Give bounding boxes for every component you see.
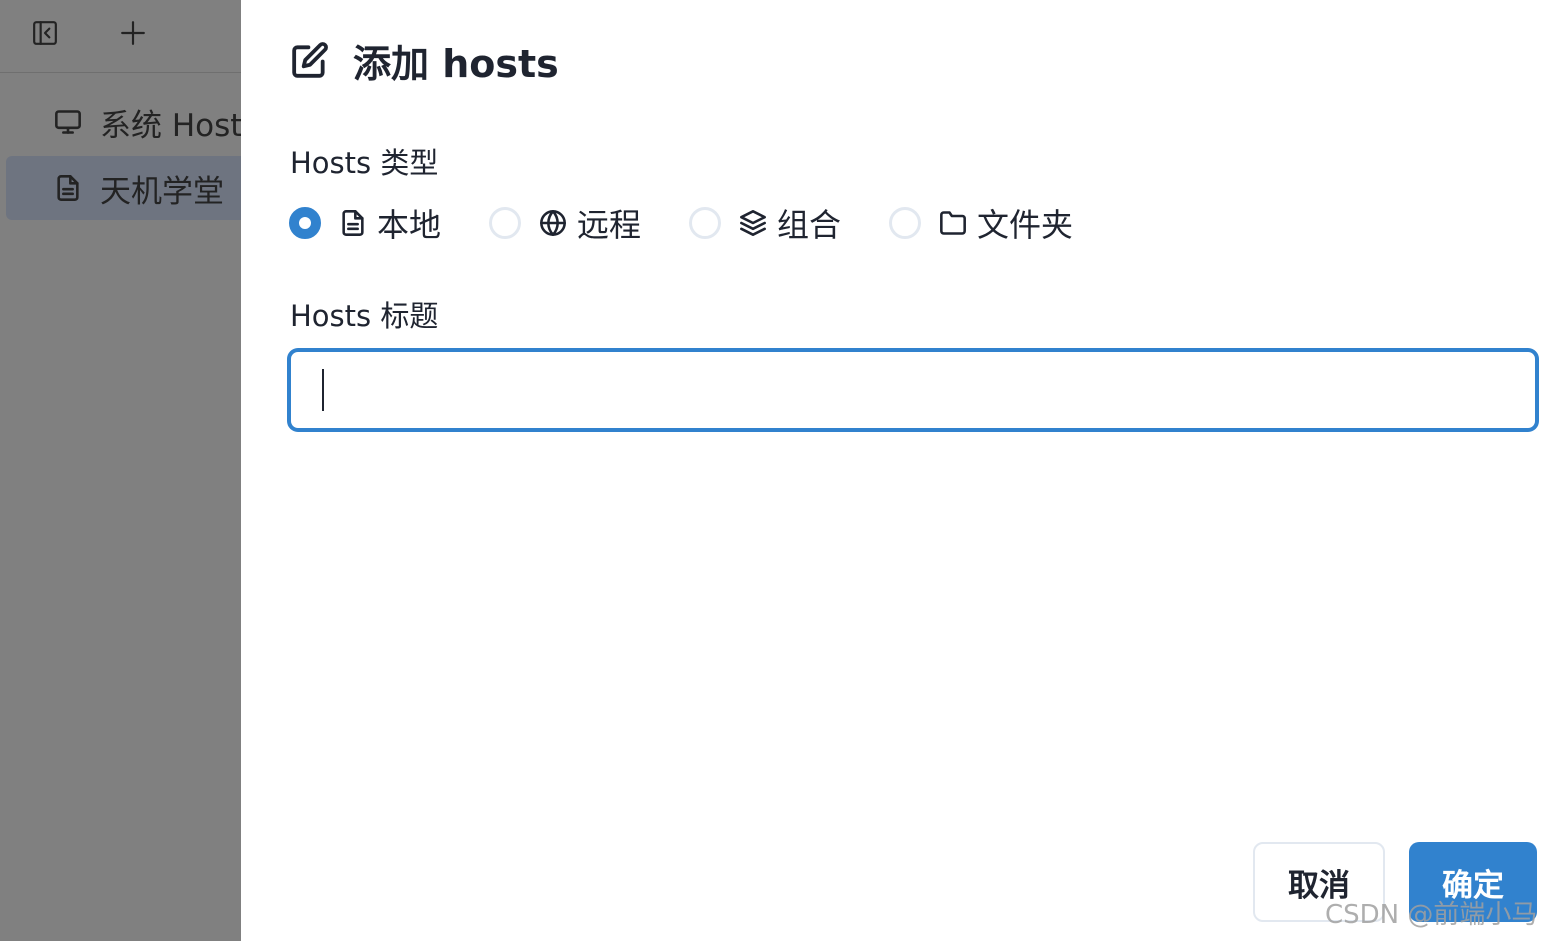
radio-label: 组合 <box>777 206 842 244</box>
dialog-title: 添加 hosts <box>353 41 559 86</box>
folder-icon <box>940 211 966 235</box>
sidebar-item-tianji[interactable]: 天机学堂 <box>6 156 241 220</box>
sidebar-toolbar <box>0 0 241 73</box>
monitor-icon <box>55 110 81 134</box>
dialog-header: 添加 hosts <box>291 30 559 90</box>
radio-button[interactable] <box>689 207 722 239</box>
sidebar-collapse-icon <box>33 21 57 45</box>
radio-label: 远程 <box>577 206 642 244</box>
file-icon <box>57 175 79 201</box>
radio-local[interactable]: 本地 <box>289 200 441 246</box>
edit-icon <box>292 42 328 78</box>
radio-button[interactable] <box>889 207 922 239</box>
radio-remote[interactable]: 远程 <box>489 200 641 246</box>
add-hosts-dialog: 添加 hosts Hosts 类型 本地 远程 组合 文件夹 Hosts 标题 … <box>241 0 1564 941</box>
radio-button[interactable] <box>489 207 522 239</box>
layers-icon <box>740 210 766 236</box>
sidebar-item-label: 系统 Hosts <box>100 107 241 144</box>
hosts-title-input[interactable] <box>288 349 1538 431</box>
watermark: CSDN @前端小马 <box>1325 900 1538 930</box>
radio-button[interactable] <box>289 207 321 239</box>
plus-icon <box>121 21 145 45</box>
file-icon <box>342 210 364 236</box>
radio-group-combo[interactable]: 组合 <box>689 200 841 246</box>
sidebar-item-label: 天机学堂 <box>100 173 224 210</box>
hosts-type-radio-group: 本地 远程 组合 文件夹 <box>289 198 1121 248</box>
radio-folder[interactable]: 文件夹 <box>889 200 1073 246</box>
radio-label: 文件夹 <box>977 206 1074 244</box>
radio-label: 本地 <box>377 206 442 244</box>
sidebar-item-system-hosts[interactable]: 系统 Hosts <box>6 90 241 154</box>
hosts-title-label: Hosts 标题 <box>290 299 439 333</box>
add-hosts-button[interactable] <box>114 14 152 52</box>
text-caret <box>322 369 324 411</box>
sidebar: 系统 Hosts 天机学堂 <box>0 0 241 941</box>
hosts-type-label: Hosts 类型 <box>290 146 439 180</box>
sidebar-collapse-button[interactable] <box>26 14 64 52</box>
globe-icon <box>540 210 566 236</box>
